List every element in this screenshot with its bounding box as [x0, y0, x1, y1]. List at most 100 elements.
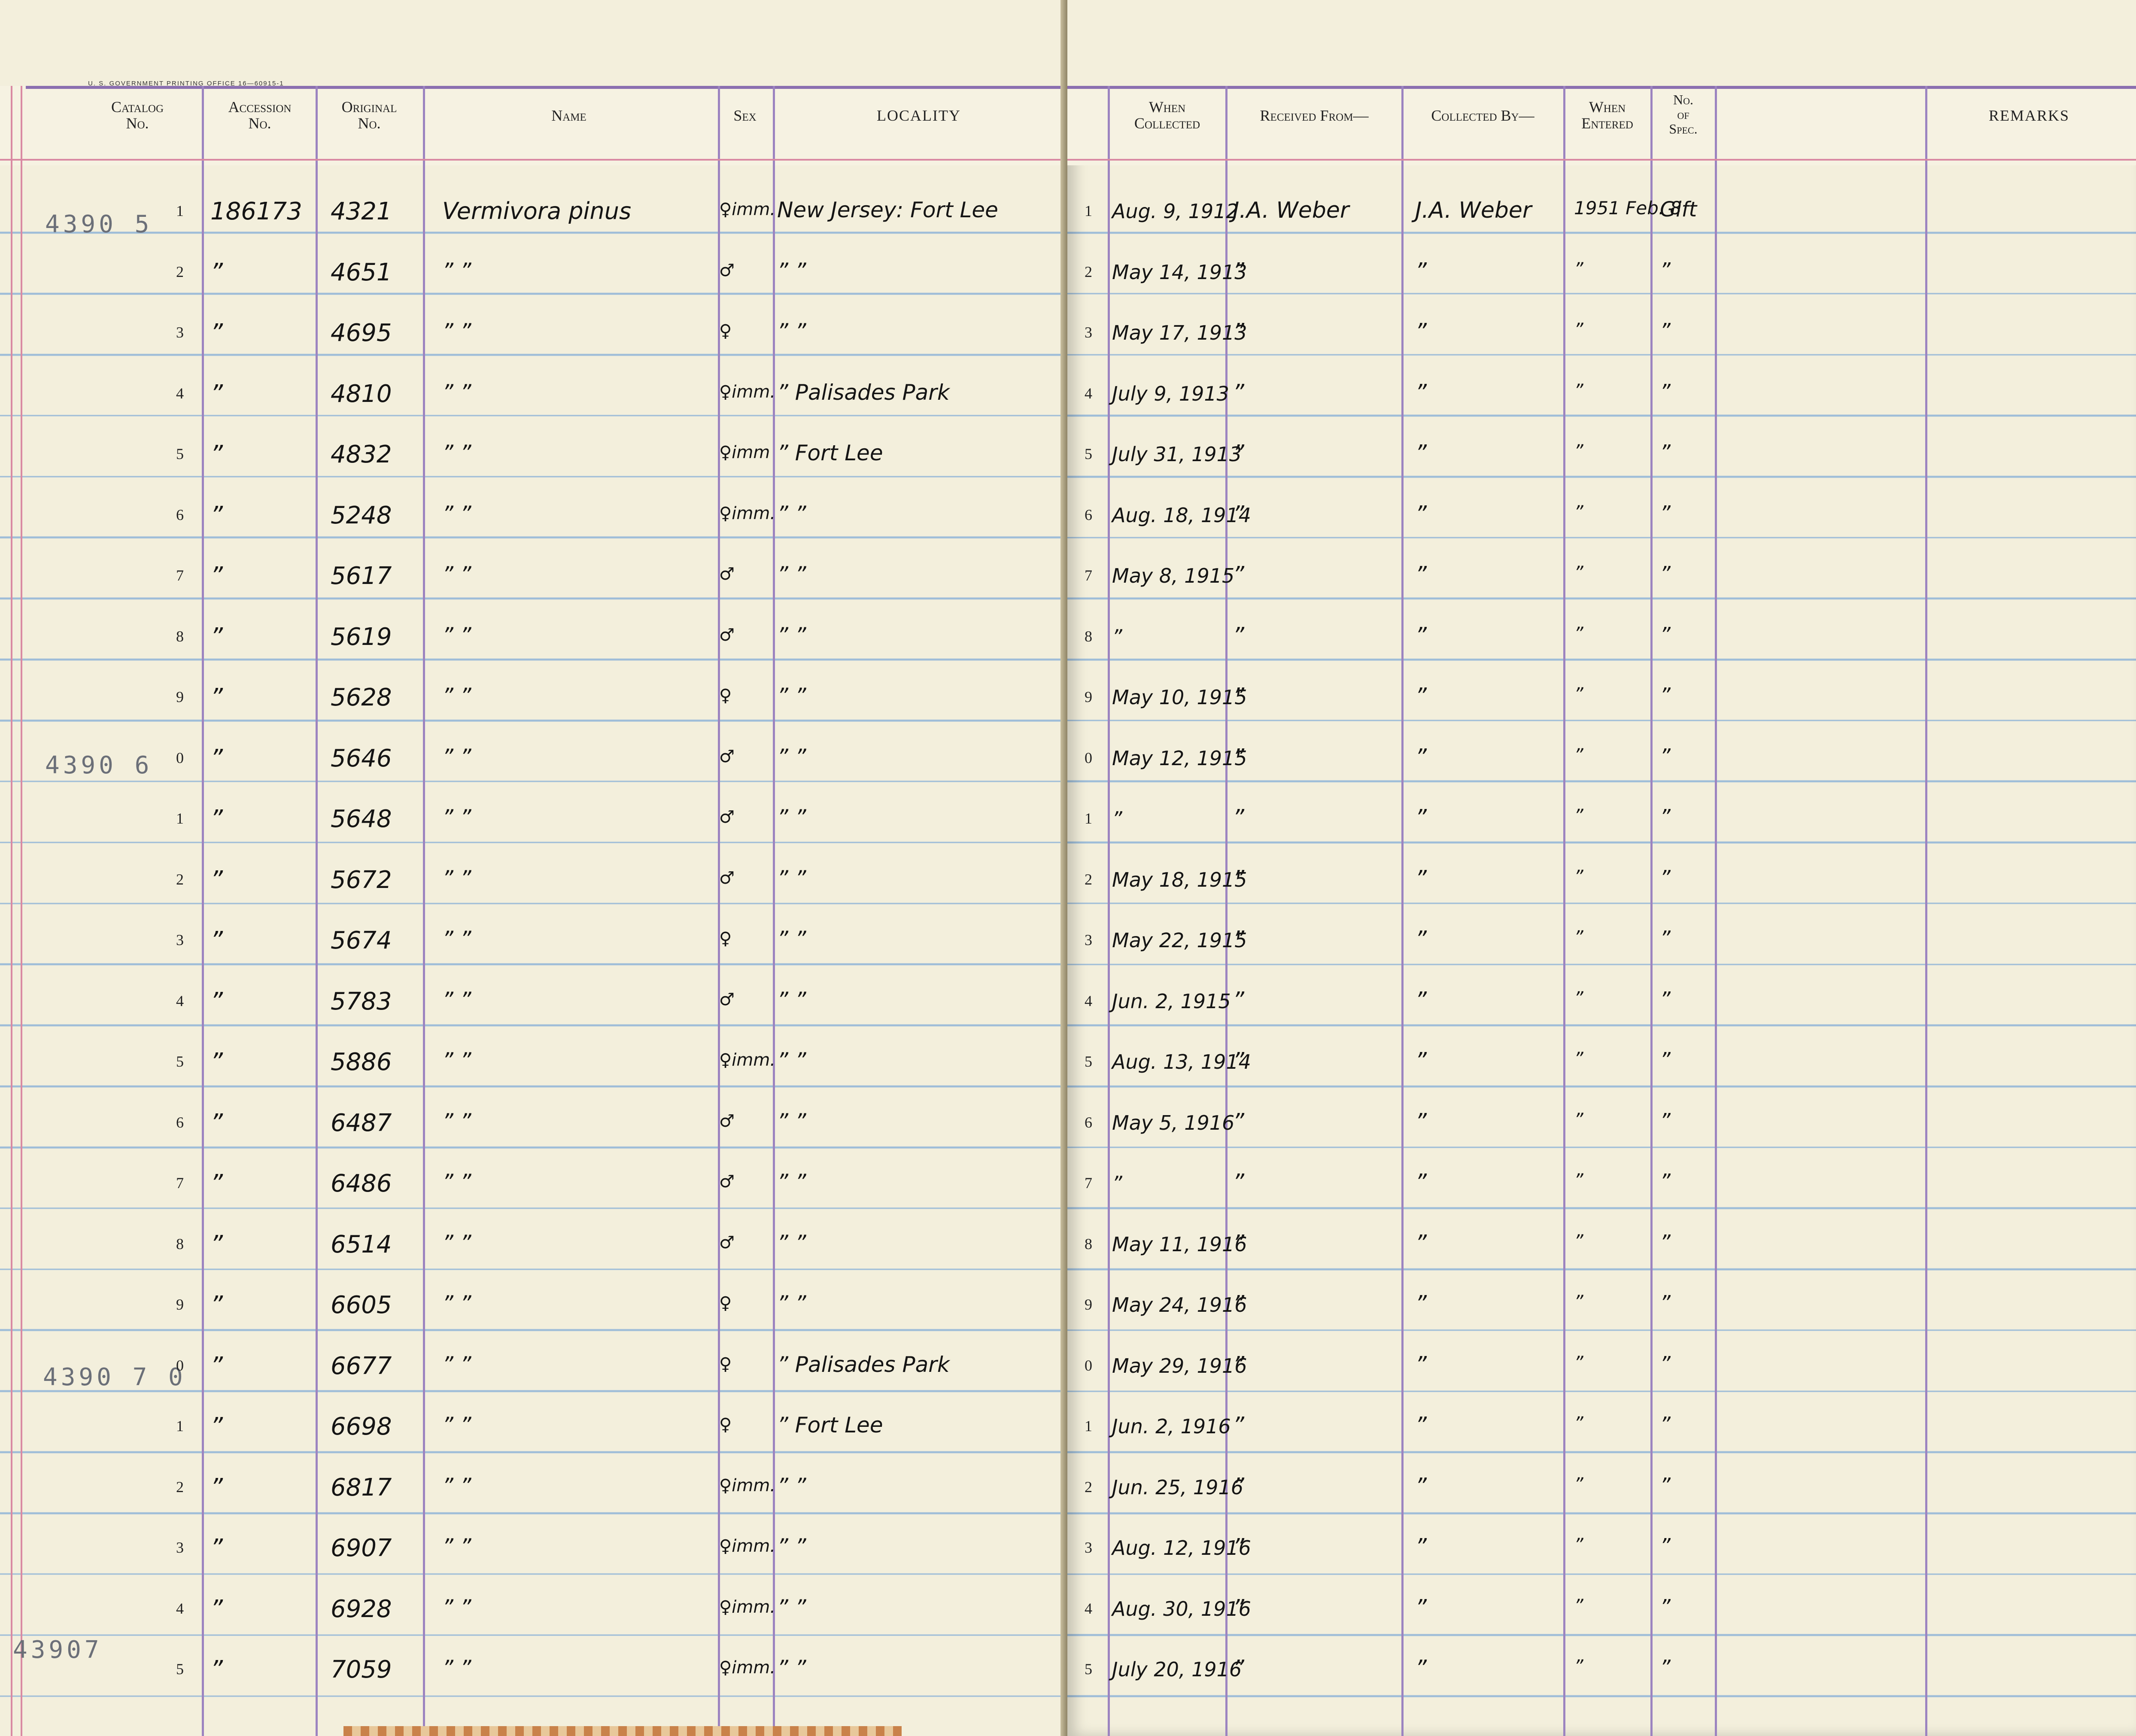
- sex: ♂: [719, 625, 735, 645]
- sex: ♀: [719, 1293, 732, 1313]
- no-of-spec: ”: [1660, 1170, 1671, 1194]
- when-collected: May 8, 1915: [1112, 564, 1235, 587]
- column-divider: [1925, 86, 1927, 1736]
- when-entered: ”: [1574, 623, 1583, 644]
- no-of-spec: ”: [1660, 927, 1671, 951]
- no-of-spec: ”: [1660, 1473, 1671, 1498]
- original-no: 4651: [331, 258, 392, 286]
- received-from: ”: [1233, 1413, 1244, 1438]
- received-from: ”: [1233, 744, 1244, 770]
- no-of-spec: ”: [1660, 501, 1671, 526]
- no-of-spec: ”: [1660, 623, 1671, 647]
- sex: ♀imm.: [719, 382, 776, 402]
- locality: New Jersey: Fort Lee: [777, 198, 998, 222]
- original-no: 5886: [331, 1048, 392, 1076]
- sex: ♀: [719, 686, 732, 705]
- received-from: ”: [1233, 987, 1244, 1013]
- accession-no: ”: [210, 1473, 223, 1502]
- line-number: 1: [1085, 202, 1092, 219]
- accession-no: ”: [210, 562, 223, 590]
- locality: ” ”: [777, 1291, 806, 1316]
- no-of-spec: Gift: [1660, 198, 1697, 222]
- no-of-spec: ”: [1660, 1048, 1671, 1072]
- no-of-spec: ”: [1660, 319, 1671, 343]
- species-name: ” ”: [442, 805, 471, 830]
- species-name: ” ”: [442, 623, 471, 648]
- when-entered: ”: [1574, 1352, 1583, 1373]
- locality: ” ”: [777, 1595, 806, 1620]
- accession-no: ”: [210, 1413, 223, 1441]
- collected-by: ”: [1415, 1230, 1427, 1256]
- collected-by: ”: [1415, 501, 1427, 527]
- no-of-spec: ”: [1660, 1413, 1671, 1437]
- when-collected: May 5, 1916: [1112, 1111, 1235, 1134]
- when-entered: ”: [1574, 866, 1583, 887]
- when-collected: July 31, 1913: [1112, 443, 1242, 466]
- line-number: 8: [176, 627, 184, 645]
- species-name: ” ”: [442, 1595, 471, 1620]
- received-from: ”: [1233, 684, 1244, 709]
- received-from: ”: [1233, 1473, 1244, 1499]
- column-divider: [316, 86, 318, 1736]
- sex: ♀: [719, 929, 732, 949]
- line-number: 6: [1085, 1113, 1092, 1131]
- species-name: ” ”: [442, 1230, 471, 1256]
- sex: ♀imm.: [719, 1658, 776, 1678]
- received-from: ”: [1233, 1352, 1244, 1378]
- original-no: 7059: [331, 1656, 392, 1684]
- left-page: U. S. GOVERNMENT PRINTING OFFICE 16—6091…: [0, 0, 1067, 1736]
- line-number: 3: [1085, 931, 1092, 949]
- species-name: ” ”: [442, 1352, 471, 1377]
- collected-by: ”: [1415, 1534, 1427, 1560]
- accession-no: 186173: [210, 198, 302, 225]
- line-number: 4: [1085, 384, 1092, 402]
- species-name: ” ”: [442, 501, 471, 526]
- line-number: 7: [176, 567, 184, 584]
- no-of-spec: ”: [1660, 1230, 1671, 1255]
- when-entered: ”: [1574, 501, 1583, 523]
- accession-no: ”: [210, 258, 223, 286]
- when-entered: ”: [1574, 927, 1583, 948]
- locality: ” ”: [777, 258, 806, 283]
- collected-by: ”: [1415, 1473, 1427, 1499]
- when-collected: Aug. 13, 1914: [1112, 1050, 1251, 1073]
- original-no: 6487: [331, 1109, 392, 1137]
- line-number: 2: [1085, 870, 1092, 888]
- column-divider: [1401, 86, 1404, 1736]
- original-no: 5646: [331, 744, 392, 772]
- locality: ” ”: [777, 744, 806, 769]
- received-from: ”: [1233, 927, 1244, 952]
- species-name: Vermivora pinus: [442, 198, 632, 225]
- line-number: 2: [1085, 263, 1092, 280]
- species-name: ” ”: [442, 258, 471, 283]
- sex: ♂: [719, 1172, 735, 1192]
- line-number: 3: [1085, 1539, 1092, 1556]
- when-collected: May 22, 1915: [1112, 929, 1247, 952]
- locality: ” ”: [777, 866, 806, 891]
- species-name: ” ”: [442, 1534, 471, 1559]
- species-name: ” ”: [442, 1291, 471, 1316]
- column-divider: [11, 86, 12, 1736]
- when-entered: ”: [1574, 744, 1583, 766]
- line-number: 3: [176, 1539, 184, 1556]
- locality: ” Fort Lee: [777, 441, 883, 465]
- header-no-of-spec: No. of Spec.: [1669, 92, 1698, 137]
- accession-no: ”: [210, 927, 223, 955]
- when-collected: May 11, 1916: [1112, 1232, 1247, 1256]
- no-of-spec: ”: [1660, 684, 1671, 708]
- line-number: 9: [1085, 1296, 1092, 1313]
- when-collected: ”: [1112, 807, 1122, 830]
- line-number: 5: [176, 445, 184, 462]
- line-number: 9: [176, 1296, 184, 1313]
- species-name: ” ”: [442, 562, 471, 587]
- catalog-stamp: 43907: [13, 1636, 103, 1664]
- collected-by: ”: [1415, 927, 1427, 952]
- original-no: 6677: [331, 1352, 392, 1380]
- line-number: 4: [176, 384, 184, 402]
- locality: ” ”: [777, 927, 806, 952]
- accession-no: ”: [210, 866, 223, 894]
- line-number: 7: [1085, 1174, 1092, 1192]
- header-sex: Sex: [733, 107, 757, 124]
- collected-by: ”: [1415, 744, 1427, 770]
- when-entered: ”: [1574, 1534, 1583, 1555]
